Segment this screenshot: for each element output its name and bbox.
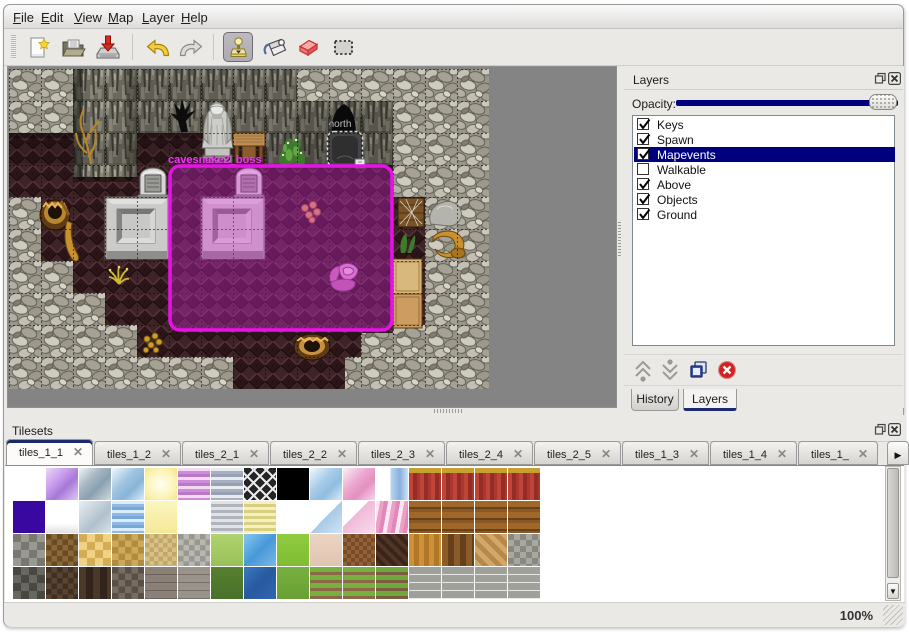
svg-text:cavesnake2_boss: cavesnake2_boss [168, 154, 262, 166]
svg-text:north: north [329, 119, 352, 130]
